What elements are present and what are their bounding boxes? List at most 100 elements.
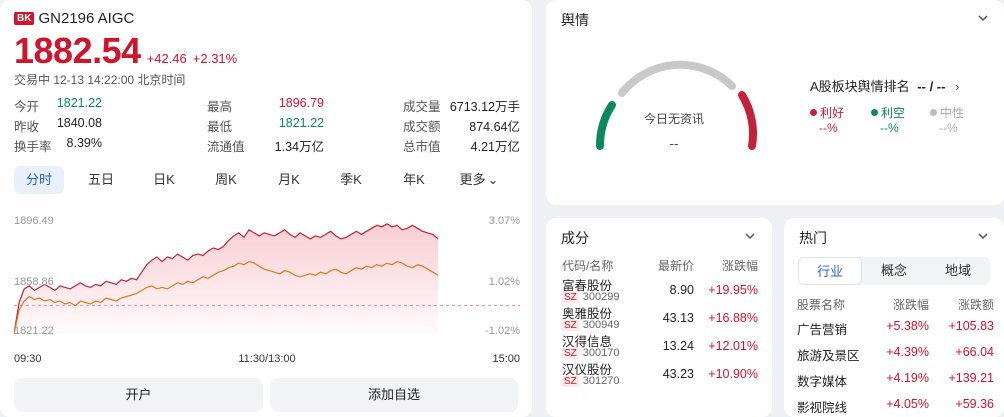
change-pct: +4.39% xyxy=(886,345,929,359)
price-change-pct: +2.31% xyxy=(192,51,238,66)
legend-label: 利好 xyxy=(820,106,845,120)
table-row[interactable]: 影视院线 +4.05% +59.36 xyxy=(784,397,1004,417)
stat-item: 最高 1896.79 xyxy=(207,96,324,114)
table-row[interactable]: 富春股份 SZ 300299 8.90 +19.95% xyxy=(546,275,772,303)
stat-label: 总市值 xyxy=(403,140,441,154)
change-amount: +139.21 xyxy=(948,371,994,385)
legend-label: 中性 xyxy=(940,106,965,120)
sentiment-panel: 舆情 今日无资讯 -- A股板块舆情排名 -- / -- › 利好 --% 利空 --… xyxy=(546,0,1004,205)
stat-value: 1821.22 xyxy=(278,116,324,130)
tab-6[interactable]: 年K xyxy=(389,166,439,194)
exchange-badge: SZ xyxy=(562,348,579,359)
tab-label: 年K xyxy=(403,172,425,187)
code-text: 300949 xyxy=(582,319,620,331)
tab-7[interactable]: 更多 ⌄ xyxy=(451,166,507,194)
chevron-down-icon[interactable] xyxy=(976,12,990,26)
table-row[interactable]: 汉得信息 SZ 300170 13.24 +12.01% xyxy=(546,331,772,359)
change-pct: +12.01% xyxy=(708,339,758,353)
change-amount: +59.36 xyxy=(955,397,994,411)
table-row[interactable]: 汉仪股份 SZ 301270 43.23 +10.90% xyxy=(546,359,772,387)
segment-2[interactable]: 地域 xyxy=(926,257,990,285)
latest-price: 13.24 xyxy=(662,339,694,353)
chevron-down-icon[interactable] xyxy=(743,230,757,244)
legend-pct: --% xyxy=(819,121,838,135)
stat-item: 总市值 4.21万亿 xyxy=(403,136,520,154)
stat-item: 昨收 1840.08 xyxy=(14,116,102,134)
table-row[interactable]: 奥雅股份 SZ 300949 43.13 +16.88% xyxy=(546,303,772,331)
stat-label: 成交额 xyxy=(403,120,441,134)
stat-value: 1896.79 xyxy=(278,96,324,110)
stat-label: 换手率 xyxy=(14,140,52,154)
hot-segment-control: 行业 概念 地域 xyxy=(798,257,990,285)
segment-1[interactable]: 概念 xyxy=(862,257,926,285)
rank-label: A股板块舆情排名 xyxy=(810,79,910,94)
legend-pct: --% xyxy=(939,121,958,135)
change-pct: +16.88% xyxy=(708,311,758,325)
legend-item: 中性 --% xyxy=(930,104,965,135)
change-pct: +4.19% xyxy=(886,371,929,385)
table-row[interactable]: 旅游及景区 +4.39% +66.04 xyxy=(784,345,1004,369)
sector-name: 数字媒体 xyxy=(797,375,848,389)
chevron-down-icon[interactable] xyxy=(976,230,990,244)
intraday-chart[interactable]: 1896.49 1858.86 1821.22 3.07% 1.02% -1.02% 09:… xyxy=(14,206,520,366)
exchange-badge: SZ xyxy=(562,292,579,303)
trading-status: 交易中 12-13 14:22:00 北京时间 xyxy=(14,73,186,87)
stat-item: 今开 1821.22 xyxy=(14,96,102,114)
tab-5[interactable]: 季K xyxy=(326,166,376,194)
stock-code: SZ 301270 xyxy=(562,375,620,387)
change-amount: +105.83 xyxy=(948,319,994,333)
table-row[interactable]: 广告营销 +5.38% +105.83 xyxy=(784,319,1004,343)
tab-0[interactable]: 分时 xyxy=(14,166,64,194)
sector-name: 影视院线 xyxy=(797,401,848,415)
stat-item: 换手率 8.39% xyxy=(14,136,102,154)
y-left-label: 1896.49 xyxy=(14,215,54,227)
quote-panel: BK GN2196 AIGC 1882.54 +42.46 +2.31% 交易中… xyxy=(0,0,532,417)
stat-value: 4.21万亿 xyxy=(470,140,520,154)
stat-item: 成交额 874.64亿 xyxy=(403,116,520,134)
column-header: 代码/名称 xyxy=(562,259,614,273)
y-left-label: 1858.86 xyxy=(14,276,54,288)
tab-2[interactable]: 日K xyxy=(139,166,189,194)
legend-item: 利空 --% xyxy=(871,104,905,135)
stat-label: 最高 xyxy=(207,100,233,114)
tab-3[interactable]: 周K xyxy=(201,166,251,194)
constituents-title: 成分 xyxy=(561,230,589,246)
hot-title: 热门 xyxy=(799,230,827,246)
legend-dot xyxy=(810,109,817,116)
table-row[interactable]: 数字媒体 +4.19% +139.21 xyxy=(784,371,1004,395)
constituents-panel: 成分 代码/名称 最新价 涨跌幅富春股份 SZ 300299 8.90 +19.95% 奥雅股… xyxy=(546,218,772,417)
stat-item: 最低 1821.22 xyxy=(207,116,324,134)
sector-name: 广告营销 xyxy=(797,323,848,337)
add-watchlist-button[interactable]: 添加自选 xyxy=(270,378,518,412)
y-right-label: 3.07% xyxy=(489,215,520,227)
legend-item: 利好 --% xyxy=(810,104,845,135)
tab-4[interactable]: 月K xyxy=(264,166,314,194)
tab-label: 周K xyxy=(215,172,237,187)
change-pct: +4.05% xyxy=(886,397,929,411)
tab-label: 分时 xyxy=(25,172,52,187)
price-row: 1882.54 +42.46 +2.31% xyxy=(14,30,237,72)
tab-label: 月K xyxy=(278,172,300,187)
x-axis-label: 15:00 xyxy=(492,353,520,365)
segment-0[interactable]: 行业 xyxy=(798,257,862,285)
legend-dot xyxy=(930,109,937,116)
stock-name: GN2196 AIGC xyxy=(38,10,135,27)
column-header: 最新价 xyxy=(657,259,694,273)
tab-label: 日K xyxy=(153,172,175,187)
column-header: 涨跌幅 xyxy=(721,259,758,273)
legend-dot xyxy=(871,109,878,116)
legend-pct: --% xyxy=(880,121,899,135)
stock-code: SZ 300170 xyxy=(562,347,620,359)
price-change: +42.46 xyxy=(146,51,187,66)
gauge-text: 今日无资讯 xyxy=(643,112,704,126)
y-right-label: 1.02% xyxy=(489,276,520,288)
sector-rank[interactable]: A股板块舆情排名 -- / -- › xyxy=(810,76,959,95)
open-account-button[interactable]: 开户 xyxy=(14,378,263,412)
tab-1[interactable]: 五日 xyxy=(76,166,126,194)
hot-panel: 热门 行业 概念 地域 股票名称 涨跌幅 涨跌额 广告营销 +5.38% +105.83 旅游及… xyxy=(784,218,1004,417)
latest-price: 8.90 xyxy=(669,283,694,297)
stock-title: BK GN2196 AIGC xyxy=(14,10,134,27)
gauge-value: -- xyxy=(669,136,679,151)
stat-label: 成交量 xyxy=(403,100,441,114)
code-text: 301270 xyxy=(582,375,620,387)
